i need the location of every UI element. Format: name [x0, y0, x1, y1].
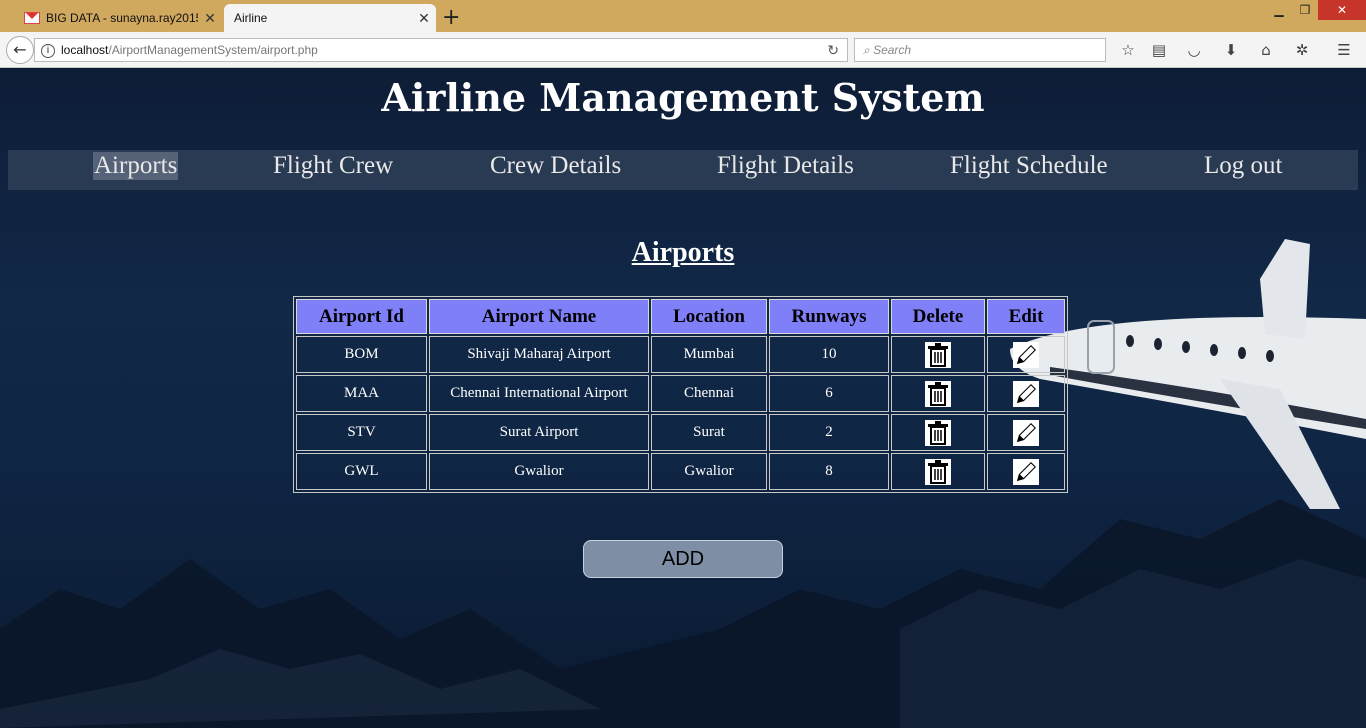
home-icon[interactable]: ⌂	[1256, 40, 1276, 60]
search-input[interactable]: ⌕ Search	[854, 38, 1106, 62]
cell-edit	[987, 336, 1065, 373]
cell-delete	[891, 453, 985, 490]
menu-item-airports[interactable]: Airports	[93, 152, 179, 180]
add-button[interactable]: ADD	[583, 540, 783, 578]
info-icon[interactable]: i	[41, 43, 55, 58]
cell-runways: 6	[769, 375, 889, 412]
cell-edit	[987, 375, 1065, 412]
section-title: Airports	[631, 237, 735, 268]
pencil-icon[interactable]	[1013, 380, 1039, 407]
bookmark-star-icon[interactable]: ☆	[1118, 40, 1138, 60]
cell-delete	[891, 414, 985, 451]
page-content: Airline Management System Airports Fligh…	[0, 69, 1366, 728]
search-placeholder: Search	[873, 43, 912, 57]
cell-airport-id: STV	[296, 414, 427, 451]
pocket-icon[interactable]: ◡	[1184, 40, 1204, 60]
cell-location: Mumbai	[651, 336, 767, 373]
cell-runways: 2	[769, 414, 889, 451]
menu-item-flight-details[interactable]: Flight Details	[716, 152, 855, 180]
new-tab-icon[interactable]: +	[442, 5, 460, 30]
cell-runways: 8	[769, 453, 889, 490]
tab-big-data[interactable]: BIG DATA - sunayna.ray2015 ✕	[8, 4, 222, 32]
window-close-icon[interactable]: ✕	[1318, 0, 1366, 20]
menu-item-log-out[interactable]: Log out	[1203, 152, 1283, 180]
download-icon[interactable]: ⬇	[1221, 40, 1241, 60]
cell-airport-name: Surat Airport	[429, 414, 649, 451]
column-header-airport-id: Airport Id	[296, 299, 427, 334]
reading-list-icon[interactable]: ▤	[1149, 40, 1169, 60]
menu-item-flight-schedule[interactable]: Flight Schedule	[949, 152, 1109, 180]
hamburger-menu-icon[interactable]: ☰	[1334, 40, 1354, 60]
menu-item-crew-details[interactable]: Crew Details	[489, 152, 622, 180]
browser-nav-bar: ← i localhost/AirportManagementSystem/air…	[0, 32, 1366, 68]
pencil-icon[interactable]	[1013, 458, 1039, 485]
cell-airport-id: BOM	[296, 336, 427, 373]
column-header-location: Location	[651, 299, 767, 334]
trash-icon[interactable]	[925, 419, 951, 446]
airports-table: Airport Id Airport Name Location Runways…	[293, 296, 1068, 493]
extension-icon[interactable]: ✲	[1292, 40, 1312, 60]
pencil-icon[interactable]	[1013, 419, 1039, 446]
close-tab-icon[interactable]: ✕	[412, 10, 436, 27]
column-header-delete: Delete	[891, 299, 985, 334]
gmail-icon	[24, 12, 40, 24]
column-header-runways: Runways	[769, 299, 889, 334]
browser-tab-strip: BIG DATA - sunayna.ray2015 ✕ Airline ✕ +…	[0, 0, 1366, 32]
tab-title: BIG DATA - sunayna.ray2015	[46, 11, 198, 25]
column-header-airport-name: Airport Name	[429, 299, 649, 334]
trash-icon[interactable]	[925, 380, 951, 407]
trash-icon[interactable]	[925, 341, 951, 368]
maximize-icon[interactable]: ❐	[1290, 0, 1320, 20]
cell-edit	[987, 414, 1065, 451]
reload-icon[interactable]: ↻	[827, 39, 839, 61]
trash-icon[interactable]	[925, 458, 951, 485]
table-row: GWL Gwalior Gwalior 8	[296, 453, 1065, 490]
cell-location: Chennai	[651, 375, 767, 412]
search-icon: ⌕	[863, 43, 870, 57]
cell-location: Gwalior	[651, 453, 767, 490]
tab-airline[interactable]: Airline ✕	[224, 4, 436, 32]
column-header-edit: Edit	[987, 299, 1065, 334]
cell-airport-name: Gwalior	[429, 453, 649, 490]
cell-location: Surat	[651, 414, 767, 451]
cell-runways: 10	[769, 336, 889, 373]
table-row: MAA Chennai International Airport Chennai 6	[296, 375, 1065, 412]
url-bar[interactable]: i localhost/AirportManagementSystem/airpo…	[34, 38, 848, 62]
cell-airport-name: Chennai International Airport	[429, 375, 649, 412]
main-menu: Airports Flight Crew Crew Details Flight…	[8, 150, 1358, 190]
cell-edit	[987, 453, 1065, 490]
close-tab-icon[interactable]: ✕	[198, 10, 222, 27]
table-row: STV Surat Airport Surat 2	[296, 414, 1065, 451]
url-path: /AirportManagementSystem/airport.php	[108, 43, 318, 57]
back-arrow-icon[interactable]: ←	[6, 36, 34, 64]
cell-delete	[891, 336, 985, 373]
cell-airport-id: MAA	[296, 375, 427, 412]
cell-airport-id: GWL	[296, 453, 427, 490]
cell-delete	[891, 375, 985, 412]
cell-airport-name: Shivaji Maharaj Airport	[429, 336, 649, 373]
table-header-row: Airport Id Airport Name Location Runways…	[296, 299, 1065, 334]
url-host: localhost	[61, 43, 109, 57]
app-title: Airline Management System	[381, 75, 985, 120]
tab-title: Airline	[234, 11, 268, 25]
table-row: BOM Shivaji Maharaj Airport Mumbai 10	[296, 336, 1065, 373]
pencil-icon[interactable]	[1013, 341, 1039, 368]
menu-item-flight-crew[interactable]: Flight Crew	[272, 152, 394, 180]
